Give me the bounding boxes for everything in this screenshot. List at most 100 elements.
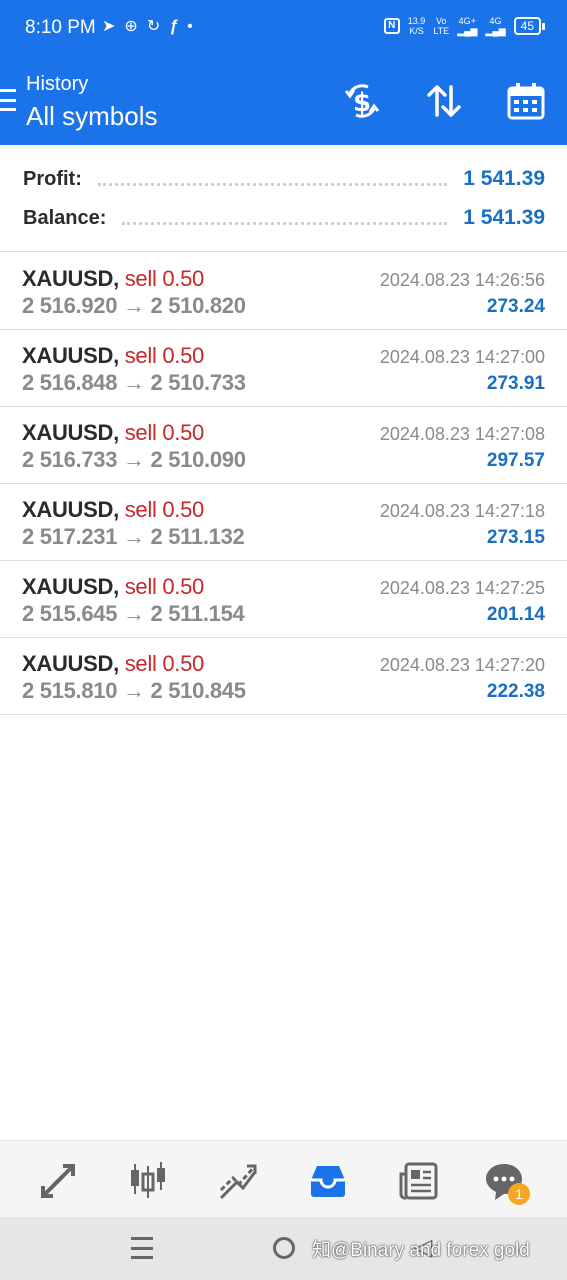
profit-label: Profit: (23, 167, 82, 190)
nav-history[interactable] (306, 1159, 350, 1203)
exchange-dollar-button[interactable]: $ (341, 80, 383, 122)
speed-value: 13.9 (407, 16, 426, 26)
deal-prices: 2 516.920 → 2 510.820 (22, 293, 246, 318)
nfc-icon: N (383, 18, 400, 34)
deal-symbol: XAUUSD, sell 0.50 (22, 266, 204, 292)
messages-badge: 1 (508, 1183, 530, 1205)
deal-symbol: XAUUSD, sell 0.50 (22, 497, 204, 523)
notification-icons: ➤ ⊕ ↻ ƒ • (102, 17, 193, 37)
nav-chart[interactable] (126, 1159, 170, 1203)
volte-bottom: LTE (433, 26, 450, 36)
nav-news[interactable] (397, 1159, 441, 1203)
deal-time: 2024.08.23 14:27:20 (379, 655, 545, 675)
symbol-name: XAUUSD, (22, 420, 119, 445)
compass-icon: ⊕ (124, 18, 138, 35)
deal-profit: 297.57 (486, 450, 545, 471)
dotted-leader (122, 221, 448, 225)
speed-unit: K/S (409, 26, 424, 36)
deal-prices: 2 515.645 → 2 511.154 (22, 601, 245, 626)
quotes-icon (41, 1164, 75, 1198)
deal-symbol: XAUUSD, sell 0.50 (22, 574, 204, 600)
battery-icon: 45 (513, 17, 545, 35)
deal-type: sell 0.50 (124, 651, 205, 676)
balance-label: Balance: (23, 206, 107, 229)
deal-symbol: XAUUSD, sell 0.50 (22, 420, 204, 446)
bottom-navigation: 1 (0, 1140, 567, 1217)
system-indicators: N 13.9 K/S Vo LTE 4G+ ▂▄▆ 4G ▂▄▆ 45 (383, 16, 545, 36)
deal-type: sell 0.50 (124, 420, 205, 445)
network-speed: 13.9 K/S (408, 16, 426, 36)
balance-value: 1 541.39 (463, 206, 545, 229)
deal-profit: 273.91 (486, 373, 545, 394)
history-icon (311, 1166, 345, 1197)
list-item[interactable]: XAUUSD, sell 0.50 2 515.645 → 2 511.154 … (0, 561, 567, 638)
volte-icon: Vo LTE (433, 16, 449, 36)
watermark: 知@Binary and forex gold (312, 1240, 530, 1261)
menu-icon[interactable] (0, 89, 16, 111)
deal-profit: 201.14 (486, 604, 545, 625)
list-item[interactable]: XAUUSD, sell 0.50 2 517.231 → 2 511.132 … (0, 484, 567, 561)
exchange-dollar-icon: $ (344, 84, 380, 118)
dot-icon: • (187, 18, 193, 35)
list-item[interactable]: XAUUSD, sell 0.50 2 516.920 → 2 510.820 … (0, 253, 567, 330)
symbol-name: XAUUSD, (22, 266, 119, 291)
deal-profit: 273.24 (486, 296, 545, 317)
deal-time: 2024.08.23 14:27:08 (379, 424, 545, 444)
deal-time: 2024.08.23 14:27:18 (379, 501, 545, 521)
deal-type: sell 0.50 (124, 343, 205, 368)
deals-list: XAUUSD, sell 0.50 2 516.920 → 2 510.820 … (0, 253, 567, 715)
list-item[interactable]: XAUUSD, sell 0.50 2 515.810 → 2 510.845 … (0, 638, 567, 715)
status-bar: 8:10 PM ➤ ⊕ ↻ ƒ • N 13.9 K/S Vo LTE 4G+ ▂… (0, 0, 567, 58)
sync-icon: ↻ (146, 18, 161, 35)
home-icon[interactable] (273, 1237, 295, 1259)
profit-value: 1 541.39 (463, 167, 545, 190)
deal-symbol: XAUUSD, sell 0.50 (22, 343, 204, 369)
deal-time: 2024.08.23 14:27:25 (379, 578, 545, 598)
status-time: 8:10 PM (25, 17, 96, 38)
calendar-button[interactable] (505, 80, 547, 122)
deal-prices: 2 516.733 → 2 510.090 (22, 447, 246, 472)
signal-icon-2: 4G ▂▄▆ (485, 16, 506, 36)
network-1-label: 4G+ (458, 16, 476, 26)
system-navigation: ◁ 知@Binary and forex gold (0, 1217, 567, 1280)
sort-icon (427, 85, 461, 117)
profit-row: Profit: 1 541.39 (23, 164, 545, 194)
symbol-name: XAUUSD, (22, 343, 119, 368)
deal-prices: 2 517.231 → 2 511.132 (22, 524, 245, 549)
balance-row: Balance: 1 541.39 (23, 203, 545, 233)
deal-time: 2024.08.23 14:27:00 (379, 347, 545, 367)
deal-type: sell 0.50 (124, 266, 205, 291)
list-item[interactable]: XAUUSD, sell 0.50 2 516.848 → 2 510.733 … (0, 330, 567, 407)
volte-top: Vo (435, 16, 447, 26)
deal-profit: 222.38 (486, 681, 545, 702)
deal-time: 2024.08.23 14:26:56 (379, 270, 545, 290)
recent-apps-icon[interactable] (131, 1237, 153, 1259)
deal-profit: 273.15 (486, 527, 545, 548)
calendar-icon (507, 83, 545, 120)
symbol-name: XAUUSD, (22, 574, 119, 599)
dotted-leader (97, 182, 448, 186)
fx-icon: ƒ (169, 18, 179, 35)
battery-level: 45 (513, 17, 541, 35)
chart-icon (131, 1162, 165, 1198)
symbol-name: XAUUSD, (22, 497, 119, 522)
symbol-filter-title[interactable]: All symbols (26, 101, 157, 132)
nav-quotes[interactable] (36, 1159, 80, 1203)
news-icon (399, 1162, 438, 1200)
signal-icon-1: 4G+ ▂▄▆ (457, 16, 478, 36)
list-item[interactable]: XAUUSD, sell 0.50 2 516.733 → 2 510.090 … (0, 407, 567, 484)
trade-icon (219, 1164, 257, 1200)
account-summary: Profit: 1 541.39 Balance: 1 541.39 (0, 145, 567, 252)
nav-trade[interactable] (216, 1159, 260, 1203)
telegram-icon: ➤ (102, 18, 116, 35)
symbol-name: XAUUSD, (22, 651, 119, 676)
network-2-label: 4G (489, 16, 502, 26)
app-bar: History All symbols $ (0, 58, 567, 145)
deal-type: sell 0.50 (124, 574, 205, 599)
sort-button[interactable] (423, 80, 465, 122)
deal-prices: 2 516.848 → 2 510.733 (22, 370, 246, 395)
deal-type: sell 0.50 (124, 497, 205, 522)
deal-prices: 2 515.810 → 2 510.845 (22, 678, 246, 703)
nav-messages[interactable]: 1 (482, 1159, 530, 1205)
page-subtitle: History (26, 73, 89, 95)
